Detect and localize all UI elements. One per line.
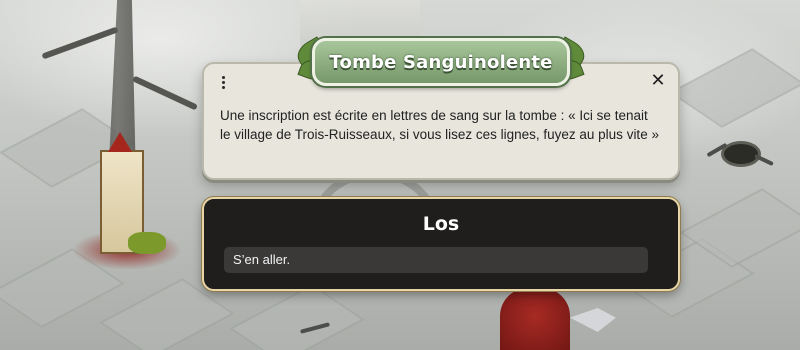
dialog-title: Tombe Sanguinolente xyxy=(329,51,553,73)
tomb-description: Une inscription est écrite en lettres de… xyxy=(220,108,659,142)
dialog-title-banner: Tombe Sanguinolente xyxy=(292,36,590,86)
title-plate: Tombe Sanguinolente xyxy=(312,38,570,86)
choice-option-leave[interactable]: S’en aller. xyxy=(224,247,648,273)
vertical-ellipsis-icon[interactable] xyxy=(216,72,230,92)
choice-option-label: S’en aller. xyxy=(233,252,291,267)
choice-panel: Los S’en aller. xyxy=(202,197,680,291)
floor-tile xyxy=(229,284,365,350)
floor-tile xyxy=(669,48,800,128)
player-character[interactable] xyxy=(500,288,570,350)
ground-hole xyxy=(724,144,758,164)
player-weapon xyxy=(570,308,616,332)
ground-crack xyxy=(754,153,774,167)
tree-branch xyxy=(41,26,119,60)
grass-tuft xyxy=(128,232,166,254)
choice-title: Los xyxy=(422,213,460,235)
close-icon[interactable]: ✕ xyxy=(648,70,668,92)
tree-branch xyxy=(132,75,198,111)
